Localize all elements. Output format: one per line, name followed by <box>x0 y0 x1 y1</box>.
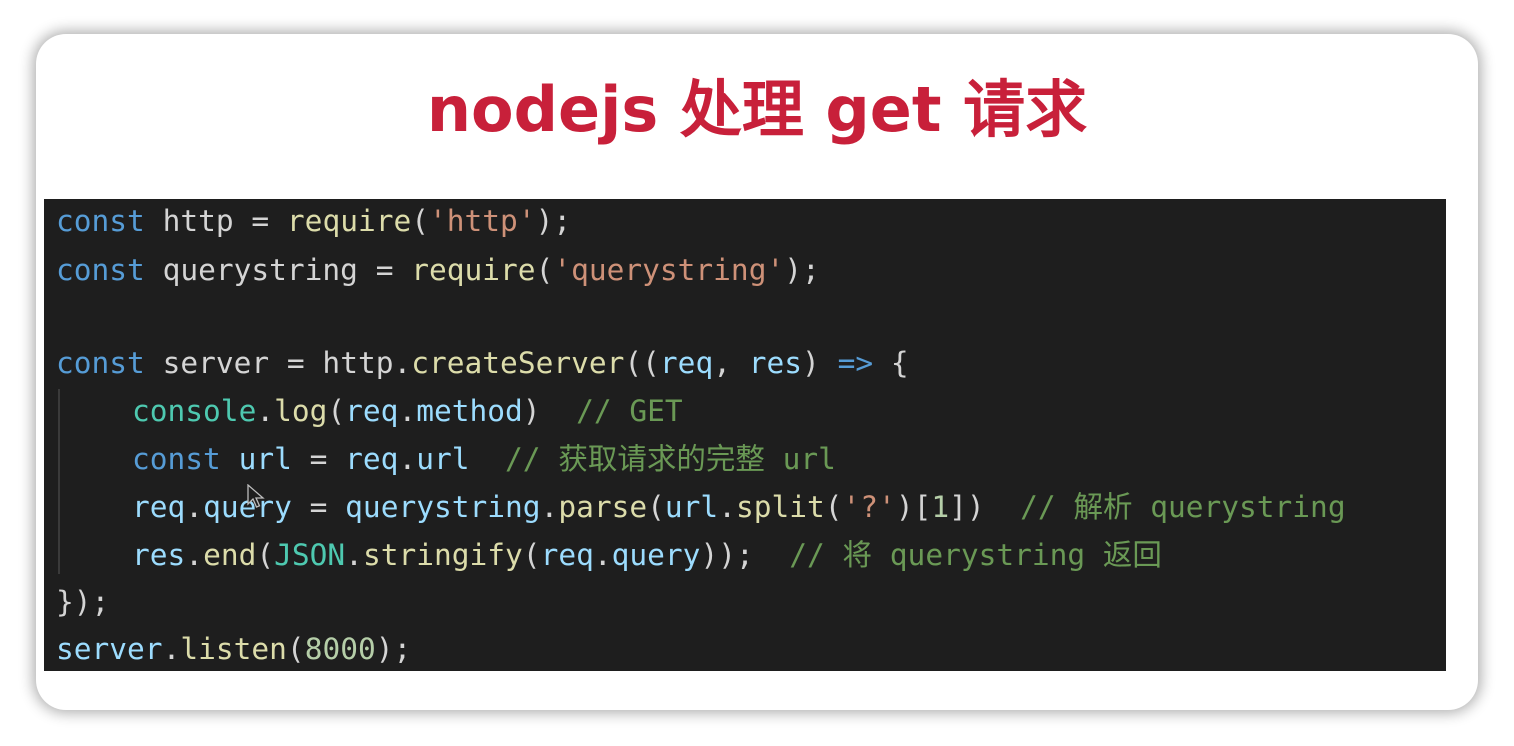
code-line: console.log(req.method) // GET <box>56 391 683 431</box>
code-editor-panel: const http = require('http'); const query… <box>44 199 1446 671</box>
code-token: const <box>56 346 145 380</box>
code-token: ( <box>535 253 554 287</box>
code-token: req <box>345 394 399 428</box>
code-token: ( <box>647 490 665 524</box>
slide-title: nodejs 处理 get 请求 <box>426 73 1088 146</box>
code-token: split <box>735 490 825 524</box>
code-token: createServer <box>411 346 625 380</box>
code-token: . <box>398 394 417 428</box>
code-token: server <box>56 632 163 666</box>
code-token: const <box>56 253 145 287</box>
code-line: res.end(JSON.stringify(req.query)); // 将… <box>56 535 1162 575</box>
code-token: 1 <box>931 490 950 524</box>
code-token: . <box>256 394 275 428</box>
code-token: . <box>540 490 559 524</box>
code-token: ); <box>375 632 412 666</box>
code-token: = <box>251 204 270 238</box>
code-token: require <box>411 253 536 287</box>
code-token: ( <box>286 632 305 666</box>
presentation-slide: nodejs 处理 get 请求 const http = require('h… <box>36 34 1478 710</box>
code-token: ); <box>535 204 572 238</box>
code-token: // 解析 querystring <box>1020 490 1346 524</box>
code-line: }); <box>56 582 109 622</box>
code-token: console <box>132 394 257 428</box>
code-token: ); <box>784 253 820 287</box>
code-token: 8000 <box>304 632 376 666</box>
code-token: )[ <box>895 490 932 524</box>
code-token: = <box>286 346 305 380</box>
code-token: res <box>132 538 186 572</box>
code-token: ) <box>802 346 838 380</box>
code-token: req <box>132 490 186 524</box>
code-token: querystring <box>144 253 376 287</box>
code-token: { <box>873 346 909 380</box>
code-token: res <box>748 346 803 380</box>
code-token: req <box>540 538 594 572</box>
code-token: // GET <box>576 394 683 428</box>
code-token: = <box>309 442 328 476</box>
code-token: . <box>162 632 181 666</box>
code-token: querystring <box>345 490 541 524</box>
code-token: . <box>398 442 417 476</box>
code-token: method <box>416 394 523 428</box>
code-token: ) <box>522 394 577 428</box>
code-token: // 获取请求的完整 url <box>505 442 836 476</box>
code-token: (( <box>624 346 660 380</box>
code-token: log <box>274 394 328 428</box>
code-token: = <box>291 490 346 524</box>
code-token: url <box>664 490 719 524</box>
code-line: server.listen(8000); <box>56 629 411 669</box>
code-line: const http = require('http'); <box>56 201 571 241</box>
code-token: listen <box>180 632 287 666</box>
code-token: => <box>837 346 874 380</box>
code-line: const server = http.createServer((req, r… <box>56 343 909 383</box>
code-token: = <box>375 253 394 287</box>
code-token: . <box>345 538 363 572</box>
code-token: JSON <box>274 538 346 572</box>
code-token: '?' <box>842 490 896 524</box>
code-token: server <box>144 346 287 380</box>
code-token: . <box>185 490 204 524</box>
code-token: ( <box>824 490 843 524</box>
code-token: req <box>659 346 714 380</box>
code-token: parse <box>558 490 648 524</box>
code-token: const <box>56 204 145 238</box>
code-token: req <box>345 442 399 476</box>
code-token: ]) <box>949 490 1021 524</box>
code-token: ( <box>522 538 541 572</box>
code-token: . <box>185 538 204 572</box>
code-token: . <box>593 538 612 572</box>
code-token: 'http' <box>429 204 536 238</box>
code-line: const url = req.url // 获取请求的完整 url <box>56 439 836 479</box>
code-token: url <box>220 442 310 476</box>
code-token: ( <box>411 204 430 238</box>
code-token: ( <box>327 394 346 428</box>
code-token: url <box>416 442 470 476</box>
code-token: 'querystring' <box>553 253 785 287</box>
code-line: const querystring = require('querystring… <box>56 250 820 290</box>
code-token: http. <box>304 346 412 380</box>
code-token: query <box>611 538 701 572</box>
code-token: // 将 querystring 返回 <box>789 538 1162 572</box>
code-token: }); <box>56 585 110 619</box>
screen: nodejs 处理 get 请求 const http = require('h… <box>0 0 1514 746</box>
code-token: require <box>286 204 412 238</box>
code-token: , <box>713 346 749 380</box>
code-token: )); <box>700 538 790 572</box>
code-token: stringify <box>362 538 523 572</box>
code-token: http <box>144 204 252 238</box>
code-token: end <box>203 538 257 572</box>
code-token: const <box>132 442 221 476</box>
code-token: . <box>718 490 736 524</box>
code-token: ( <box>256 538 275 572</box>
